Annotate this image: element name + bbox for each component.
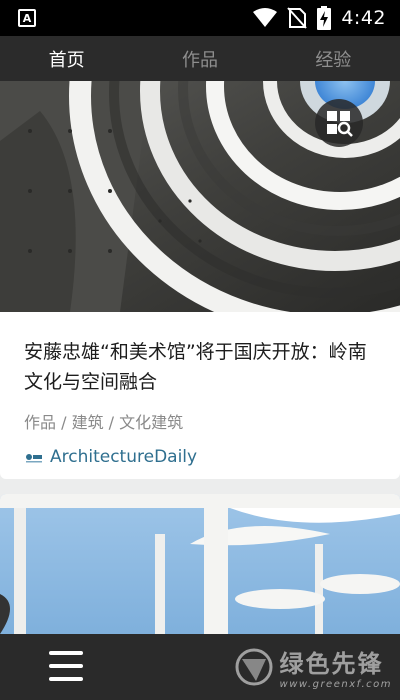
status-bar: A 4:42: [0, 0, 400, 36]
bottom-bar: 绿色先锋 www.greenxf.com: [0, 634, 400, 700]
clock: 4:42: [341, 7, 386, 29]
article-image[interactable]: [0, 81, 400, 312]
hamburger-menu-icon[interactable]: [49, 651, 83, 685]
tab-bar: 首页 作品 经验: [0, 36, 400, 81]
watermark: 绿色先锋 www.greenxf.com: [234, 644, 392, 690]
no-sim-icon: [287, 7, 308, 29]
tab-experience[interactable]: 经验: [267, 36, 400, 81]
article-content: 安藤忠雄“和美术馆”将于国庆开放：岭南文化与空间融合 作品 / 建筑 / 文化建…: [0, 312, 400, 467]
article-card[interactable]: 安藤忠雄“和美术馆”将于国庆开放：岭南文化与空间融合 作品 / 建筑 / 文化建…: [0, 81, 400, 479]
article-title[interactable]: 安藤忠雄“和美术馆”将于国庆开放：岭南文化与空间融合: [24, 337, 376, 397]
notification-icon: A: [18, 9, 36, 27]
gallery-search-icon: [327, 111, 353, 137]
app-screen: A 4:42 首页 作品 经验 安藤忠雄“和美术馆”将于国庆开放：岭南文化与空间…: [0, 0, 400, 700]
article-source[interactable]: ArchitectureDaily: [24, 447, 376, 467]
tab-home[interactable]: 首页: [0, 36, 133, 81]
article-card[interactable]: [0, 494, 400, 634]
article-categories: 作品 / 建筑 / 文化建筑: [24, 413, 184, 432]
status-icons: 4:42: [253, 6, 386, 30]
watermark-title: 绿色先锋: [279, 650, 384, 678]
source-name[interactable]: ArchitectureDaily: [50, 447, 197, 467]
gallery-search-button[interactable]: [315, 99, 363, 147]
wifi-icon: [253, 8, 278, 27]
battery-charging-icon: [317, 6, 332, 30]
watermark-url: www.greenxf.com: [279, 679, 392, 690]
source-logo-icon: [26, 454, 42, 463]
article-image[interactable]: [0, 494, 400, 634]
watermark-logo-icon: [235, 648, 273, 686]
tab-works[interactable]: 作品: [133, 36, 266, 81]
